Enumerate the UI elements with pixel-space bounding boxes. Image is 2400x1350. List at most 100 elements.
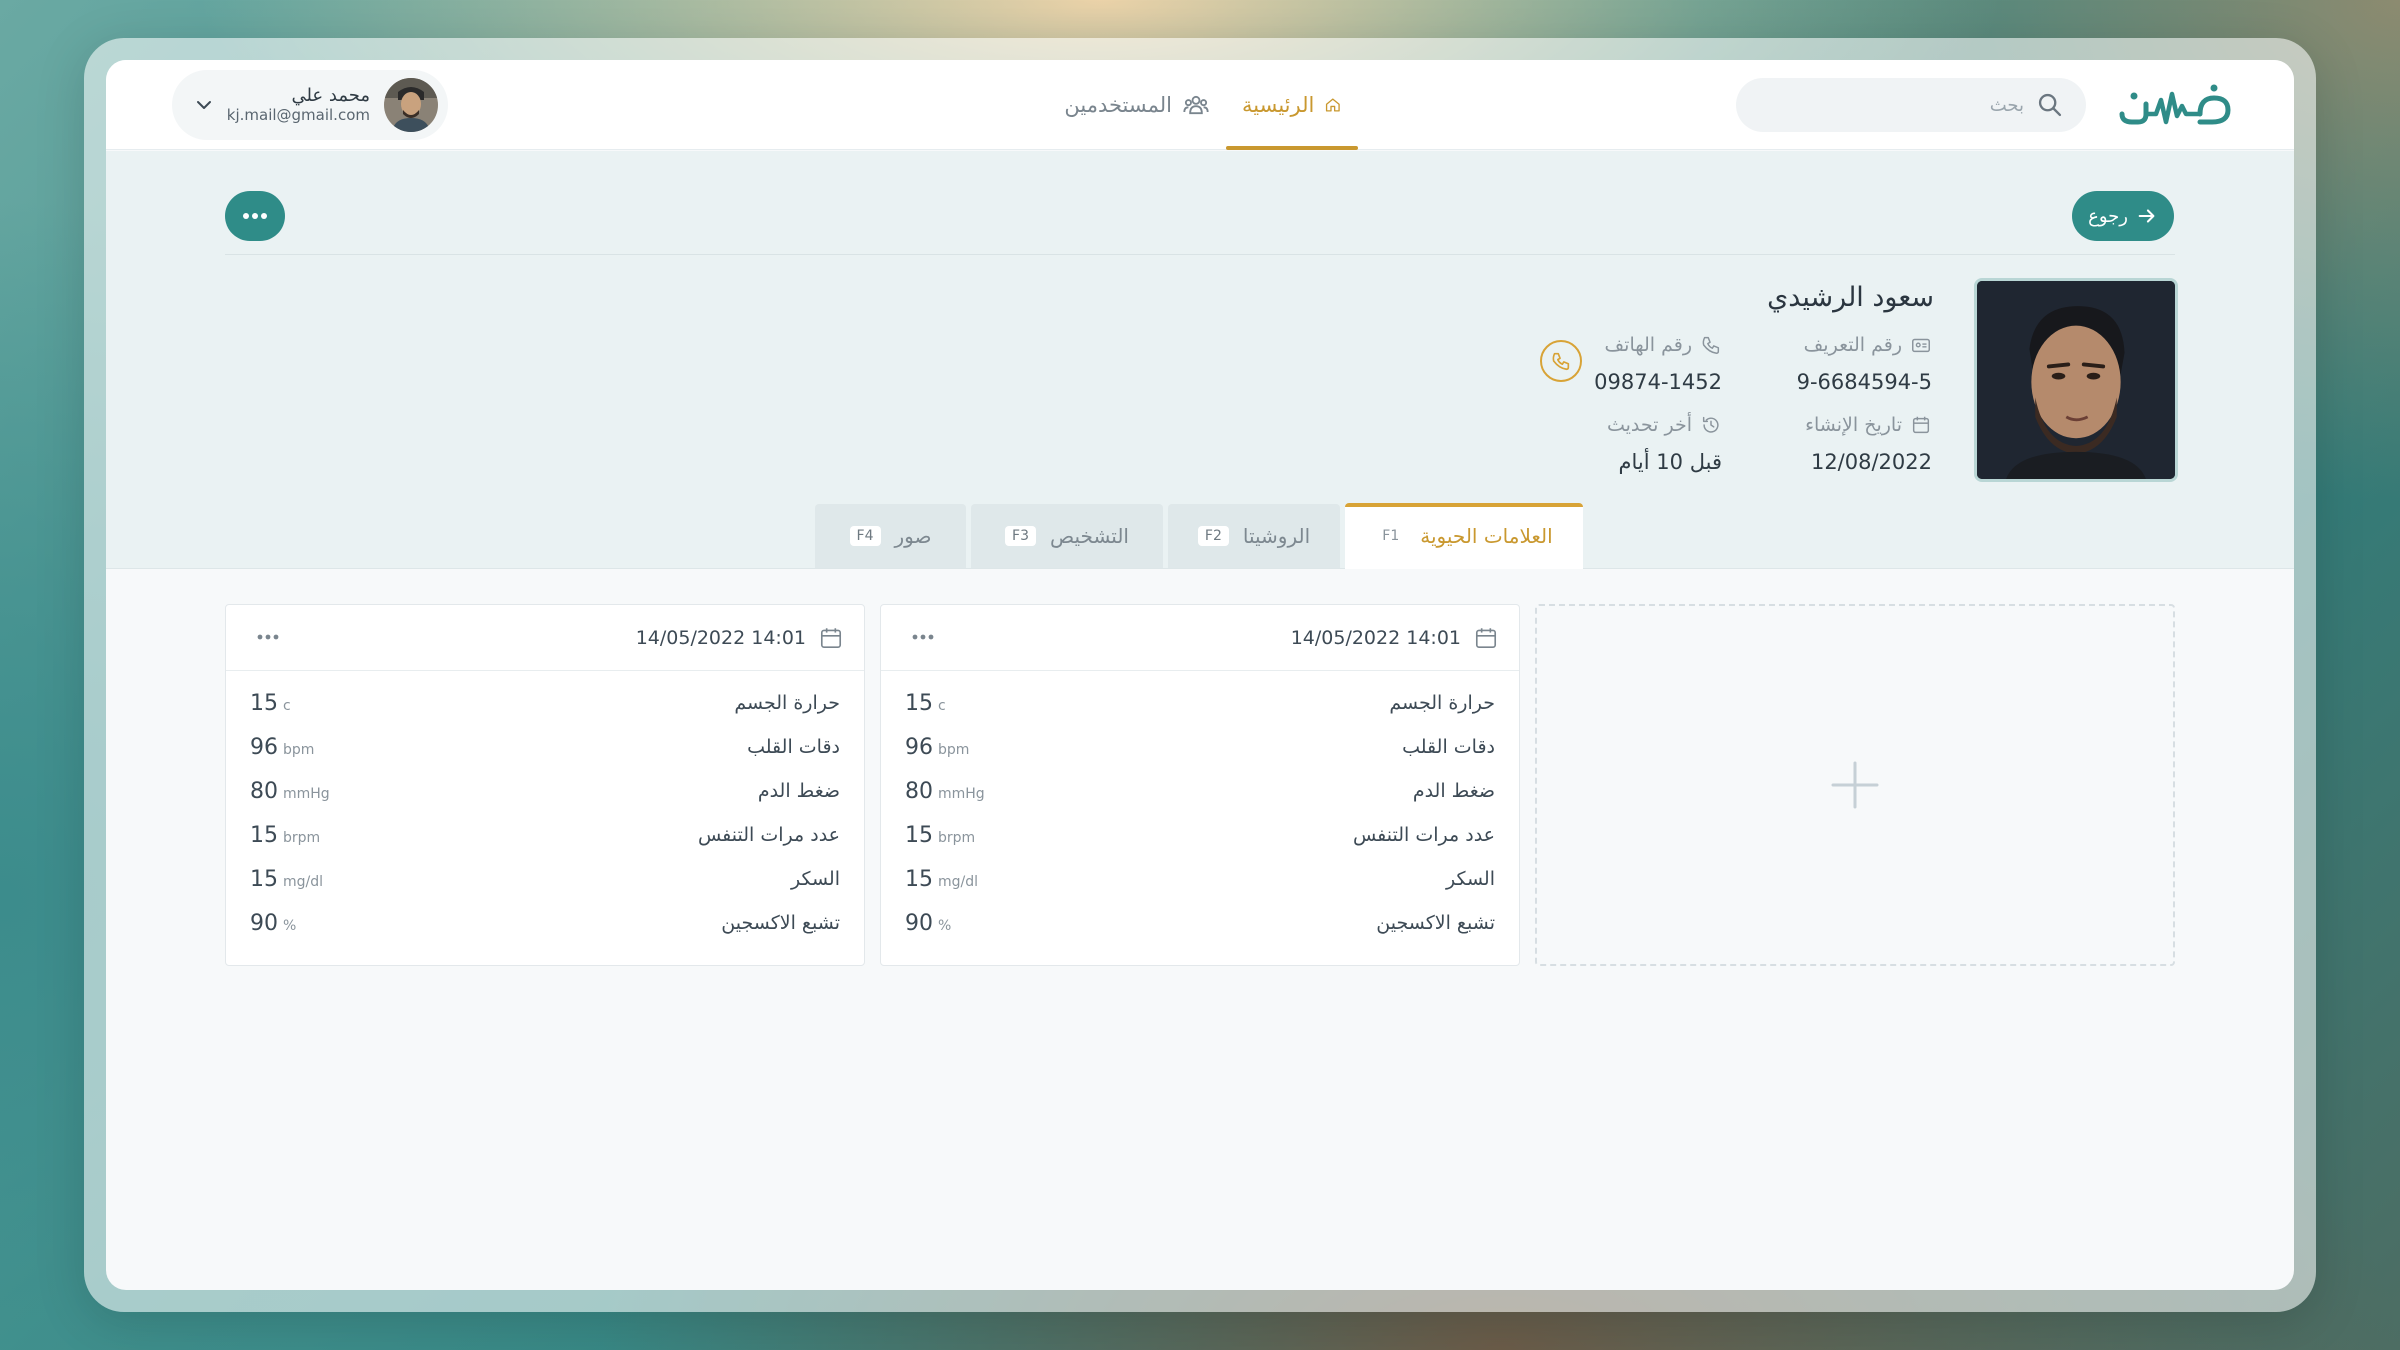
id-card-icon [1912, 338, 1930, 353]
call-button[interactable] [1540, 340, 1582, 382]
divider [225, 254, 2175, 255]
patient-created-label: تاريخ الإنشاء [1805, 414, 1902, 436]
calendar-icon [1912, 416, 1930, 434]
vital-unit: bpm [938, 741, 970, 758]
nav-home[interactable]: الرئيسية [1226, 60, 1358, 150]
back-label: رجوع [2088, 205, 2128, 227]
patient-id-field: رقم التعريف 9-6684594-5 [1797, 334, 1932, 394]
vital-value: 80 [250, 778, 278, 804]
tab-vitals-shortcut: F1 [1382, 528, 1400, 544]
patient-phone-label: رقم الهاتف [1604, 334, 1692, 356]
patient-more-button[interactable] [225, 191, 285, 241]
user-info: محمد علي kj.mail@gmail.com [226, 85, 370, 124]
vital-unit: mg/dl [938, 873, 979, 890]
patient-id-value: 9-6684594-5 [1796, 370, 1932, 394]
vital-label: عدد مرات التنفس [1352, 824, 1495, 846]
vital-row-heart-rate: دقات القلب 96 bpm [881, 725, 1519, 769]
vital-label: تشبع الاكسجين [1376, 912, 1495, 934]
calendar-icon [1475, 628, 1497, 649]
patient-updated-value: قبل 10 أيام [1618, 450, 1722, 474]
tab-images-label: صور [894, 524, 932, 548]
back-button[interactable]: رجوع [2072, 191, 2174, 241]
tab-prescription-shortcut: F2 [1197, 526, 1229, 546]
search-icon [2038, 93, 2062, 117]
patient-photo [1974, 278, 2178, 482]
vital-unit: mg/dl [283, 873, 324, 890]
app-window: الرئيسية المستخدمين [106, 60, 2294, 1290]
user-avatar [384, 78, 438, 132]
vitals-card: 14/05/2022 14:01 حرارة الجسم 15 c دقات ال… [225, 604, 865, 966]
tab-prescription[interactable]: الروشيتا F2 [1168, 504, 1340, 568]
vitals-card-header: 14/05/2022 14:01 [226, 605, 864, 671]
vitals-card: 14/05/2022 14:01 حرارة الجسم 15 c دقات ال… [880, 604, 1520, 966]
tab-images[interactable]: صور F4 [815, 504, 966, 568]
vital-label: عدد مرات التنفس [697, 824, 840, 846]
app-logo[interactable] [2116, 76, 2234, 132]
vital-row-oxygen: تشبع الاكسجين 90% [226, 901, 864, 945]
patient-phone-value: 09874-1452 [1594, 370, 1722, 394]
vital-value: 15 [250, 690, 278, 716]
tab-vitals[interactable]: العلامات الحيوية F1 [1345, 503, 1583, 569]
add-vitals-card[interactable] [1535, 604, 2175, 966]
vital-label: السكر [791, 868, 840, 890]
patient-created-value: 12/08/2022 [1810, 450, 1932, 474]
more-horizontal-icon[interactable] [911, 633, 935, 641]
vital-label: حرارة الجسم [734, 692, 840, 714]
vital-row-heart-rate: دقات القلب 96 bpm [226, 725, 864, 769]
home-icon [1326, 98, 1341, 112]
vital-row-respiration: عدد مرات التنفس 15 brpm [881, 813, 1519, 857]
user-menu[interactable]: محمد علي kj.mail@gmail.com [172, 70, 448, 140]
vital-row-sugar: السكر 15 mg/dl [881, 857, 1519, 901]
tab-prescription-label: الروشيتا [1242, 524, 1311, 548]
patient-created-field: تاريخ الإنشاء 12/08/2022 [1805, 414, 1932, 474]
nav-users[interactable]: المستخدمين [1036, 60, 1226, 150]
vital-label: دقات القلب [747, 736, 840, 758]
vitals-card-datetime: 14/05/2022 14:01 [635, 627, 806, 649]
vital-row-blood-pressure: ضغط الدم 80 mmHg [881, 769, 1519, 813]
vital-value: 15 [250, 866, 278, 892]
vital-unit: brpm [283, 829, 321, 846]
vitals-card-datetime: 14/05/2022 14:01 [1290, 627, 1461, 649]
vital-unit: mmHg [938, 785, 985, 802]
tab-diagnosis-shortcut: F3 [1005, 526, 1036, 546]
nav-home-label: الرئيسية [1242, 93, 1315, 117]
vitals-card-header: 14/05/2022 14:01 [881, 605, 1519, 671]
more-horizontal-icon [243, 213, 267, 219]
vital-unit: % [938, 917, 952, 934]
phone-icon [1702, 336, 1720, 354]
vital-label: ضغط الدم [757, 780, 840, 802]
vital-label: تشبع الاكسجين [721, 912, 840, 934]
vital-value: 90 [905, 910, 933, 936]
vital-row-temperature: حرارة الجسم 15 c [881, 681, 1519, 725]
chevron-down-icon[interactable] [192, 93, 216, 117]
vital-value: 96 [905, 734, 933, 760]
vital-row-blood-pressure: ضغط الدم 80 mmHg [226, 769, 864, 813]
vital-value: 96 [250, 734, 278, 760]
search-input[interactable] [1758, 94, 2024, 116]
calendar-icon [820, 628, 842, 649]
search-box[interactable] [1736, 78, 2086, 132]
vital-row-oxygen: تشبع الاكسجين 90% [881, 901, 1519, 945]
vital-value: 15 [905, 822, 933, 848]
arrow-right-icon [2138, 209, 2155, 223]
patient-updated-field: أخر تحديث قبل 10 أيام [1607, 414, 1722, 474]
vital-unit: % [283, 917, 297, 934]
vital-unit: bpm [283, 741, 315, 758]
vital-unit: c [283, 697, 291, 714]
vital-unit: mmHg [283, 785, 330, 802]
vital-row-respiration: عدد مرات التنفس 15 brpm [226, 813, 864, 857]
vital-value: 80 [905, 778, 933, 804]
patient-updated-label: أخر تحديث [1606, 414, 1692, 436]
vital-label: حرارة الجسم [1389, 692, 1495, 714]
vital-unit: brpm [938, 829, 976, 846]
vital-unit: c [938, 697, 946, 714]
patient-phone-field: رقم الهاتف 09874-1452 [1594, 334, 1722, 394]
tab-diagnosis[interactable]: التشخيص F3 [971, 504, 1163, 568]
vital-value: 15 [905, 866, 933, 892]
vital-label: السكر [1446, 868, 1495, 890]
user-email: kj.mail@gmail.com [226, 105, 370, 124]
vital-value: 90 [250, 910, 278, 936]
more-horizontal-icon[interactable] [256, 633, 280, 641]
user-name: محمد علي [291, 85, 370, 107]
plus-icon [1831, 761, 1879, 809]
